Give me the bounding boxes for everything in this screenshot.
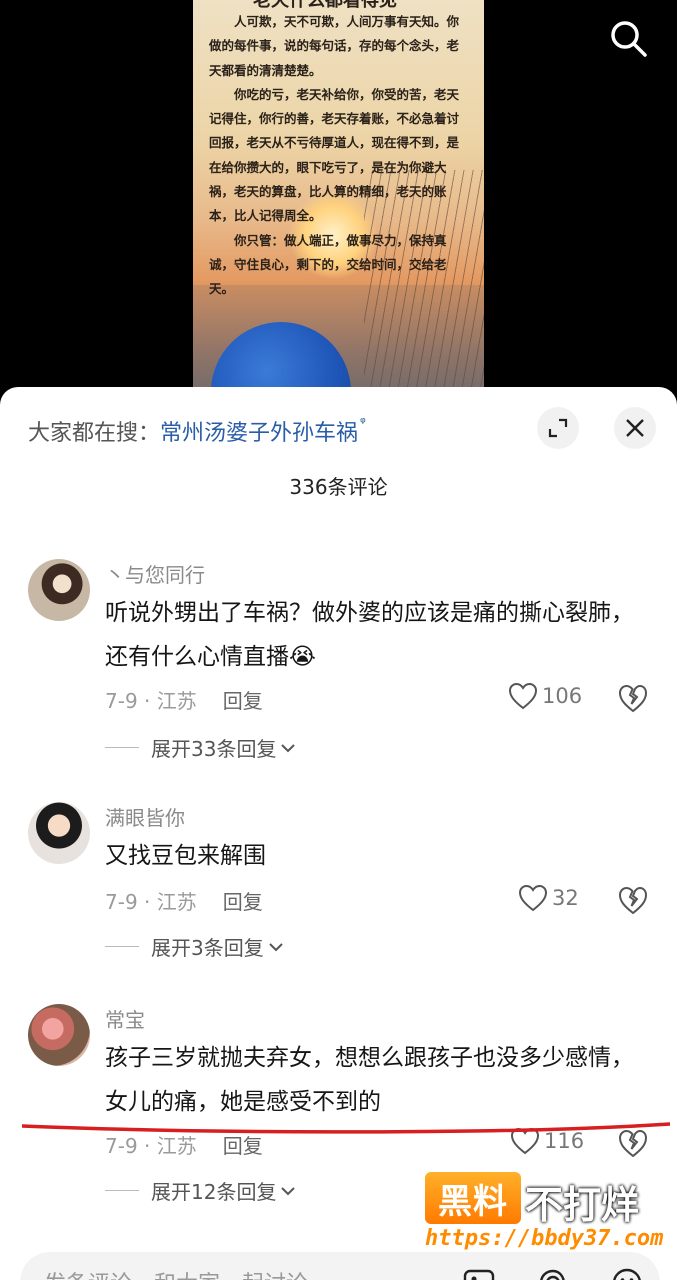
search-icon[interactable] — [606, 16, 650, 60]
red-underline-annotation — [22, 1122, 670, 1134]
heart-icon — [518, 884, 548, 912]
divider — [105, 747, 139, 748]
image-icon[interactable] — [462, 1266, 496, 1280]
emoji-icon[interactable] — [610, 1266, 644, 1280]
avatar[interactable] — [28, 802, 90, 864]
comment-username[interactable]: 常宝 — [105, 1004, 145, 1033]
avatar[interactable] — [28, 1004, 90, 1066]
poster-poem: 人可欺，天不可欺，人间万事有天知。你做的每件事，说的每句话，存的每个念头，老天都… — [209, 10, 471, 302]
video-poster: 老天什么都看得见 人可欺，天不可欺，人间万事有天知。你做的每件事，说的每句话，存… — [193, 0, 484, 400]
poem-paragraph: 人可欺，天不可欺，人间万事有天知。你做的每件事，说的每句话，存的每个念头，老天都… — [209, 14, 460, 78]
video-player[interactable]: 老天什么都看得见 人可欺，天不可欺，人间万事有天知。你做的每件事，说的每句话，存… — [0, 0, 677, 400]
close-icon — [626, 419, 644, 437]
expand-replies-button[interactable]: 展开33条回复 — [105, 733, 296, 762]
comment-meta: 7-9 · 江苏 回复 — [105, 685, 263, 714]
hot-search-term[interactable]: 常州汤婆子外孙车祸 — [160, 421, 358, 446]
like-button[interactable]: 106 — [508, 682, 582, 710]
comment-text: 听说外甥出了车祸？做外婆的应该是痛的撕心裂肺，还有什么心情直播😭 — [105, 600, 634, 670]
divider — [105, 946, 139, 947]
expand-replies-label: 展开3条回复 — [151, 936, 264, 960]
watermark-text: 不打烊 — [525, 1183, 640, 1227]
comment-username[interactable]: 满眼皆你 — [105, 802, 185, 831]
comment-text: 又找豆包来解围 — [105, 843, 266, 869]
comment-date-location: 7-9 · 江苏 — [105, 689, 197, 713]
watermark: 黑料 不打烊 https://bbdy37.com — [425, 1172, 663, 1262]
comment-meta: 7-9 · 江苏 回复 — [105, 886, 263, 915]
comment-text: 孩子三岁就抛夫弃女，想想么跟孩子也没多少感情，女儿的痛，她是感受不到的 — [105, 1045, 634, 1115]
chevron-down-icon — [281, 743, 296, 752]
divider — [105, 1190, 139, 1191]
like-count: 32 — [552, 886, 579, 910]
input-actions — [462, 1266, 644, 1280]
close-button[interactable] — [614, 407, 656, 449]
expand-replies-button[interactable]: 展开12条回复 — [105, 1176, 296, 1205]
search-icon: ᵠ — [360, 415, 366, 431]
broken-heart-icon[interactable] — [617, 682, 649, 714]
hot-search-prefix: 大家都在搜： — [28, 421, 161, 446]
reply-button[interactable]: 回复 — [223, 1134, 263, 1158]
expand-replies-label: 展开12条回复 — [151, 1180, 277, 1204]
avatar[interactable] — [28, 559, 90, 621]
watermark-url: https://bbdy37.com — [425, 1226, 664, 1251]
expand-icon — [548, 418, 568, 438]
reply-button[interactable]: 回复 — [223, 689, 263, 713]
poem-paragraph: 你只管：做人端正，做事尽力，保持真诚，守住良心，剩下的，交给时间，交给老天。 — [209, 232, 447, 297]
watermark-logo: 黑料 — [425, 1172, 521, 1224]
comment-date-location: 7-9 · 江苏 — [105, 1134, 197, 1158]
comment-count: 336条评论 — [289, 475, 388, 499]
comment-username[interactable]: 丶与您同行 — [105, 559, 205, 588]
expand-replies-button[interactable]: 展开3条回复 — [105, 932, 284, 961]
comment-input-placeholder[interactable]: 发条评论，和大家一起讨论 — [44, 1266, 308, 1280]
like-button[interactable]: 32 — [518, 884, 579, 912]
comment-date-location: 7-9 · 江苏 — [105, 890, 197, 914]
broken-heart-icon[interactable] — [617, 884, 649, 916]
expand-replies-label: 展开33条回复 — [151, 737, 277, 761]
expand-button[interactable] — [537, 407, 579, 449]
chevron-down-icon — [269, 942, 283, 951]
at-icon[interactable] — [536, 1266, 570, 1280]
hot-search-bar[interactable]: 大家都在搜：常州汤婆子外孙车祸 ᵠ — [28, 415, 366, 447]
chevron-down-icon — [281, 1186, 296, 1195]
poem-paragraph: 你吃的亏，老天补给你，你受的苦，老天记得住，你行的善，老天存着账，不必急着讨回报… — [209, 86, 460, 224]
reply-button[interactable]: 回复 — [223, 890, 263, 914]
comments-sheet: 大家都在搜：常州汤婆子外孙车祸 ᵠ 336条评论 丶与您同行 听说外甥出了车祸？做… — [0, 387, 677, 1280]
heart-icon — [508, 682, 538, 710]
like-count: 106 — [542, 684, 583, 708]
comment-meta: 7-9 · 江苏 回复 — [105, 1130, 263, 1159]
